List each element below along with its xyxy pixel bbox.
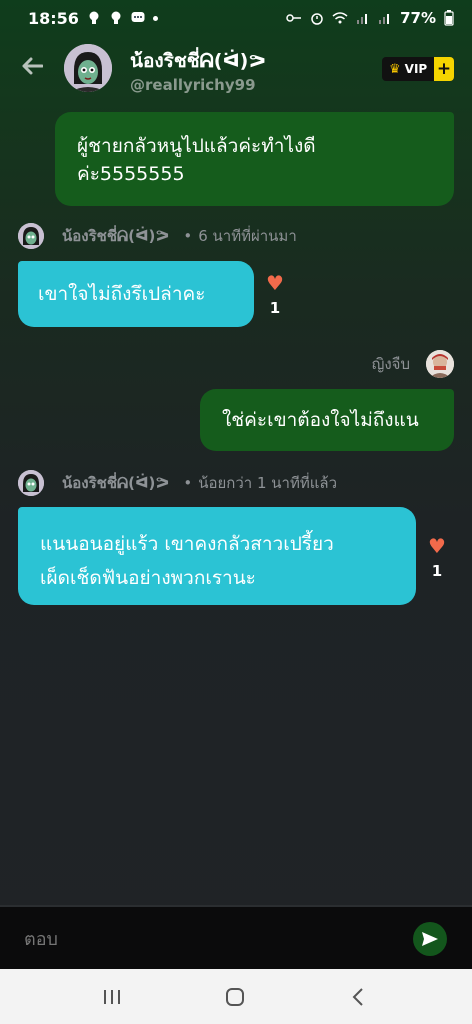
cartoon-face-icon	[18, 470, 44, 496]
message-sender-row: น้องริชชี่ᕱ(ᐛ)ᕗ • 6 นาทีที่ผ่านมา	[18, 223, 297, 249]
message-bubble-outgoing[interactable]: ใช่ค่ะเขาต้องใจไม่ถึงแน	[200, 389, 454, 451]
avatar[interactable]	[426, 350, 454, 378]
message-text: ใช่ค่ะเขาต้องใจไม่ถึงแน	[222, 409, 419, 431]
battery-icon	[444, 10, 454, 26]
wifi-icon	[332, 12, 348, 24]
back-button[interactable]	[18, 52, 46, 80]
sender-name: น้องริชชี่ᕱ(ᐛ)ᕗ	[62, 227, 170, 245]
reply-input[interactable]	[24, 925, 384, 953]
status-bar: 18:56 77%	[0, 0, 472, 36]
back-nav-button[interactable]	[346, 985, 370, 1009]
signal-icon	[357, 14, 368, 24]
message-text: เขาใจไม่ถึงรึเปล่าคะ	[38, 283, 206, 305]
cartoon-face-icon	[64, 44, 112, 92]
own-sender-row: ญิงจืบ	[372, 350, 454, 378]
bulb-icon	[89, 11, 99, 24]
heart-icon: ♥	[428, 534, 446, 558]
avatar[interactable]	[64, 44, 112, 92]
contact-handle: @reallyrichy99	[130, 76, 256, 94]
message-time: 6 นาทีที่ผ่านมา	[198, 227, 297, 245]
message-text: แนนอนอยู่แร้ว เขาคงกลัวสาวเปรี้ยว	[40, 533, 334, 555]
like-count: 1	[269, 299, 281, 317]
contact-name: น้องริชชี่ᕱ(ᐛ)ᕗ	[130, 50, 266, 72]
vip-badge[interactable]: ♛ VIP +	[382, 57, 454, 81]
chevron-left-icon	[352, 988, 363, 1006]
heart-icon: ♥	[266, 271, 284, 295]
recent-apps-icon	[104, 990, 120, 1004]
battery-level: 77%	[400, 9, 436, 27]
signal-icon	[379, 14, 390, 24]
like-indicator[interactable]: ♥ 1	[263, 273, 287, 317]
send-button[interactable]	[413, 922, 447, 956]
message-text: ค่ะ5555555	[77, 163, 185, 185]
sender-name: น้องริชชี่ᕱ(ᐛ)ᕗ	[62, 474, 170, 492]
message-time: น้อยกว่า 1 นาทีที่แล้ว	[198, 474, 337, 492]
vip-plus: +	[434, 57, 454, 81]
key-icon	[286, 14, 302, 22]
bulb-icon	[111, 11, 121, 24]
arrow-left-icon	[22, 57, 43, 75]
chat-icon	[131, 12, 145, 22]
avatar[interactable]	[18, 470, 44, 496]
crown-icon: ♛	[389, 61, 401, 77]
chat-header: น้องริชชี่ᕱ(ᐛ)ᕗ @reallyrichy99 ♛ VIP +	[0, 38, 472, 98]
cartoon-face-icon	[18, 223, 44, 249]
person-photo-icon	[426, 350, 454, 378]
like-indicator[interactable]: ♥ 1	[425, 536, 449, 580]
separator-dot: •	[183, 227, 193, 245]
message-bubble-incoming[interactable]: เขาใจไม่ถึงรึเปล่าคะ	[18, 261, 254, 327]
message-bubble-outgoing[interactable]: ผู้ชายกลัวหนูไปแล้วค่ะทำไงดี ค่ะ5555555	[55, 112, 454, 206]
home-button[interactable]	[223, 985, 247, 1009]
alarm-icon	[311, 13, 323, 25]
vip-label: VIP	[404, 62, 428, 76]
message-bubble-incoming[interactable]: แนนอนอยู่แร้ว เขาคงกลัวสาวเปรี้ยว เผ็ดเช…	[18, 507, 416, 605]
status-time: 18:56	[28, 8, 79, 28]
recent-apps-button[interactable]	[100, 985, 124, 1009]
system-nav-bar	[0, 969, 472, 1024]
sender-name: ญิงจืบ	[371, 355, 410, 373]
message-sender-row: น้องริชชี่ᕱ(ᐛ)ᕗ • น้อยกว่า 1 นาทีที่แล้ว	[18, 470, 337, 496]
avatar[interactable]	[18, 223, 44, 249]
separator-dot: •	[183, 474, 193, 492]
message-text: เผ็ดเช็ดฟันอย่างพวกเรานะ	[40, 567, 256, 589]
reply-bar	[0, 905, 472, 969]
like-count: 1	[431, 562, 443, 580]
send-icon	[422, 932, 438, 946]
home-icon	[226, 988, 244, 1006]
dot-icon	[152, 15, 158, 21]
message-text: ผู้ชายกลัวหนูไปแล้วค่ะทำไงดี	[77, 135, 316, 157]
